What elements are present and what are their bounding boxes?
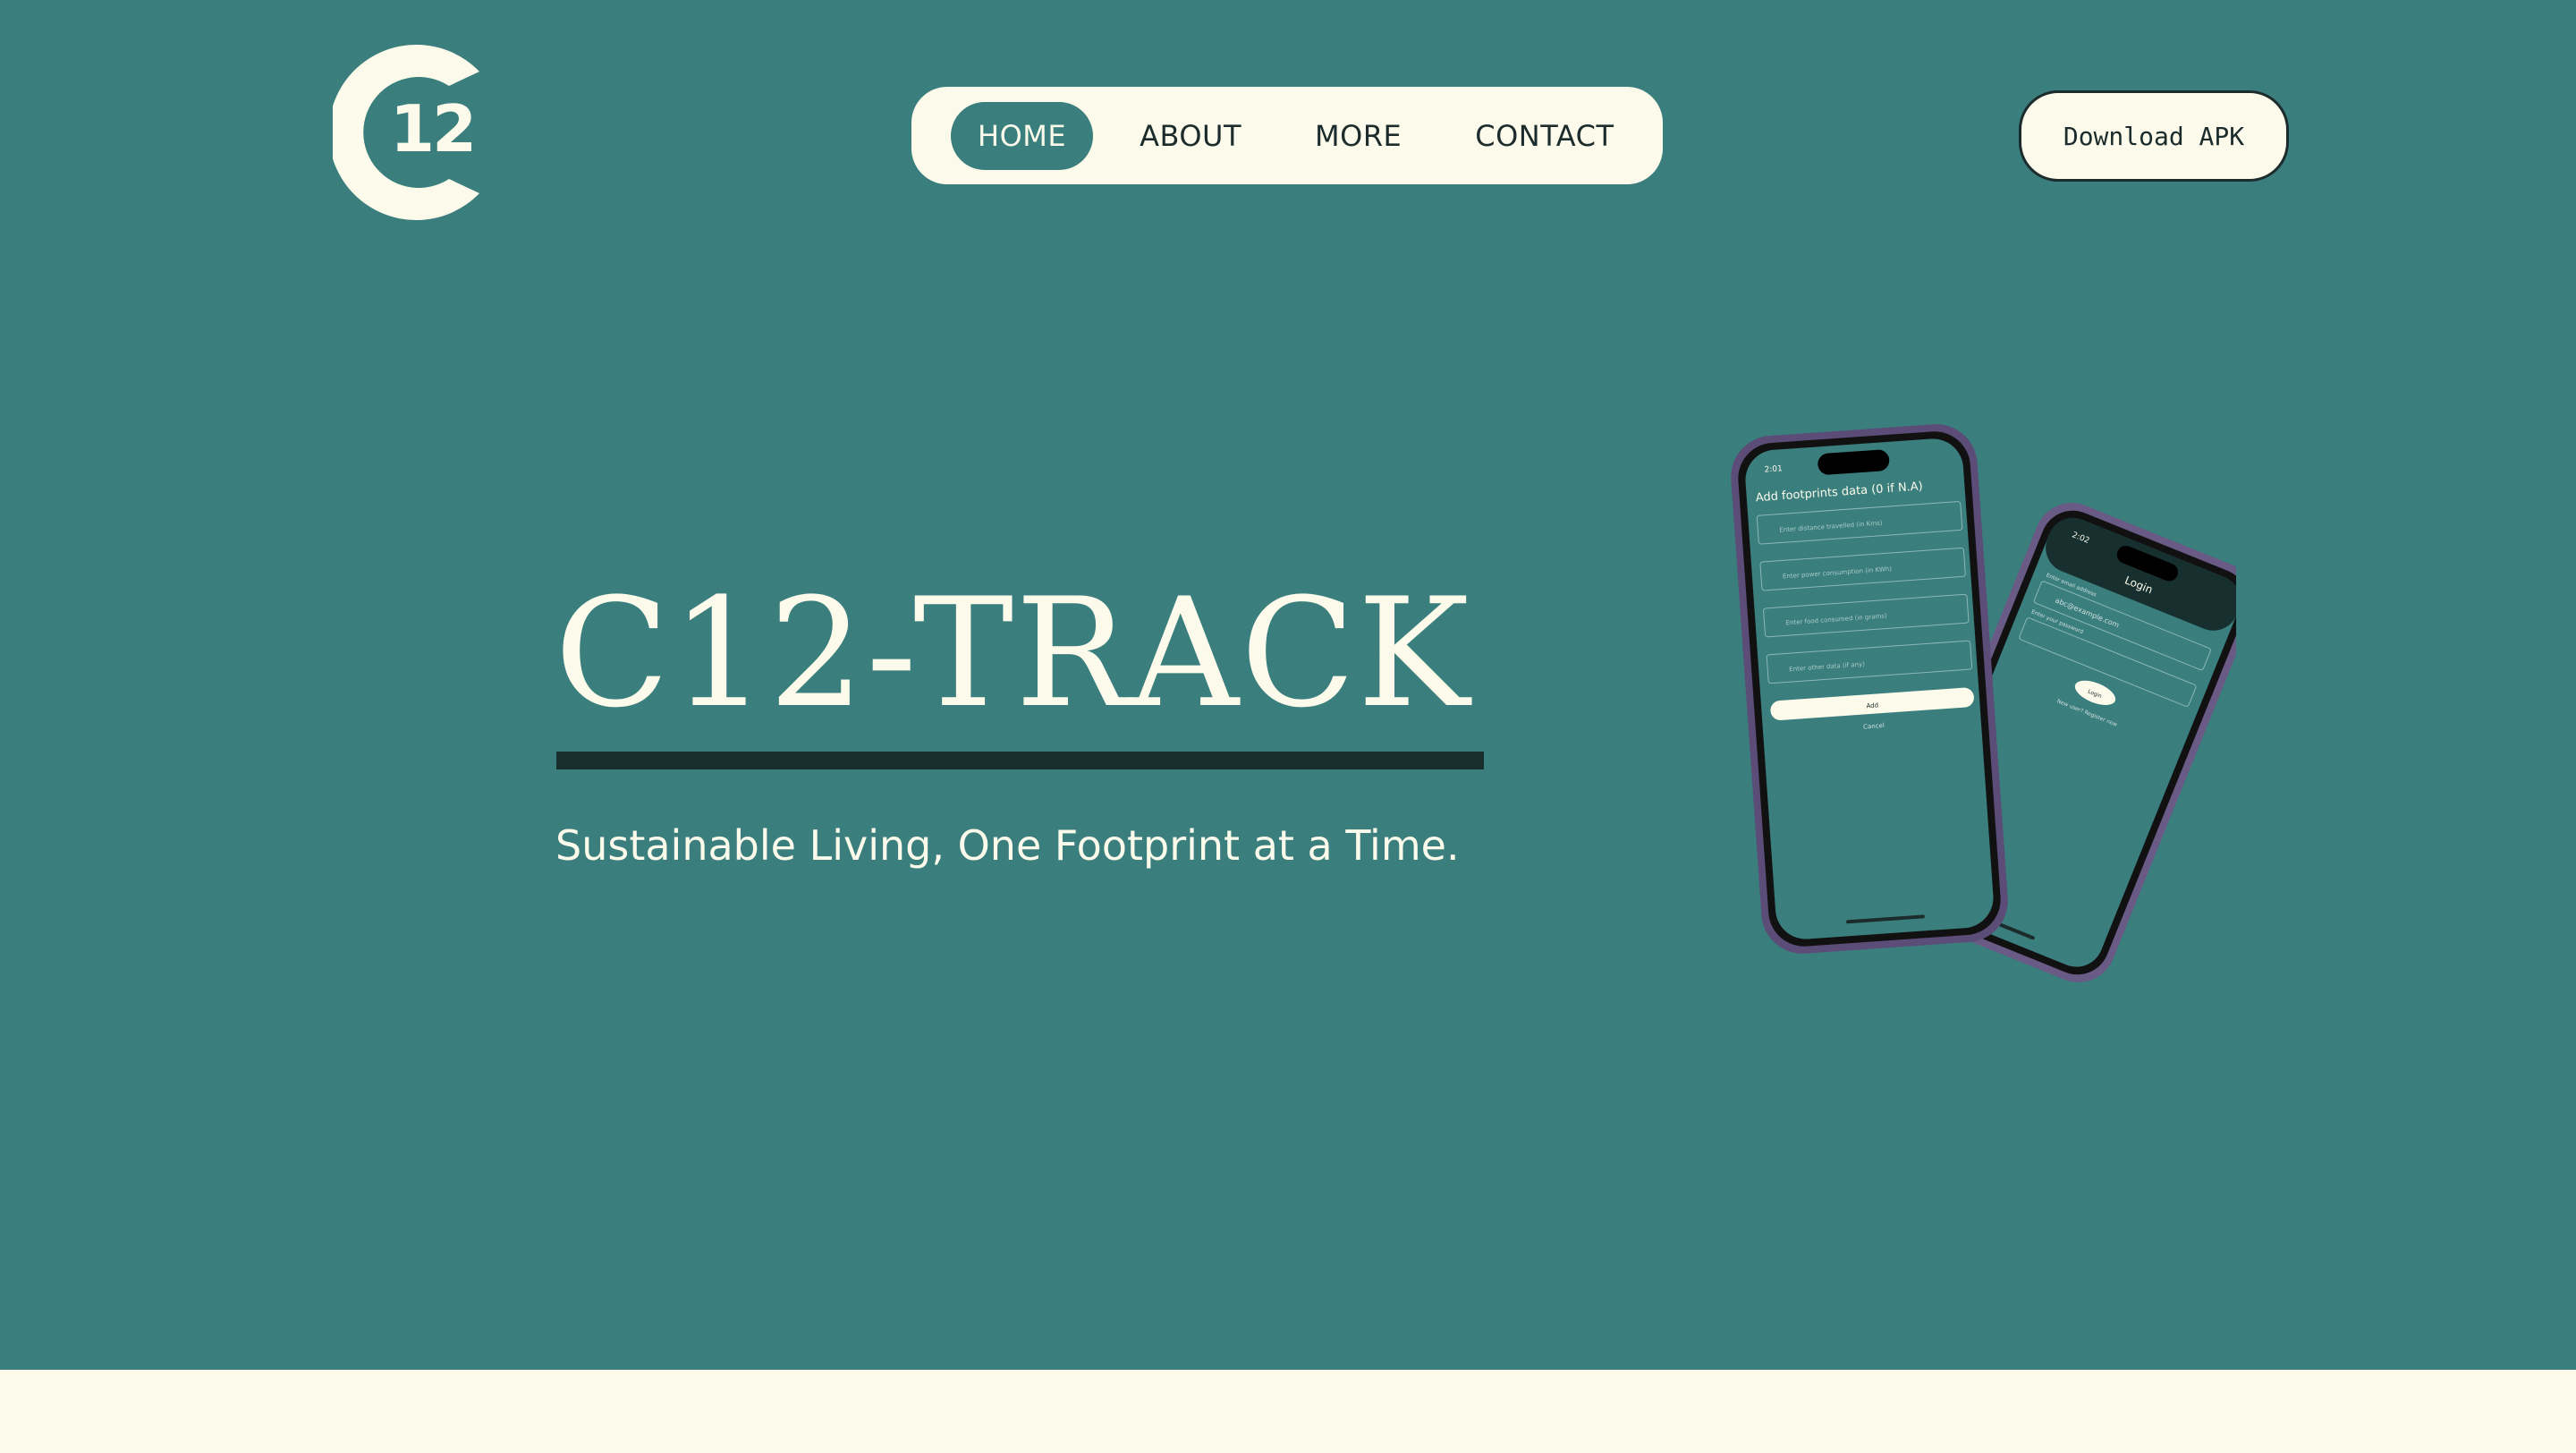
phone-front-cancel-button: Cancel — [1863, 722, 1885, 731]
nav-about[interactable]: ABOUT — [1113, 102, 1268, 170]
download-apk-button[interactable]: Download APK — [2019, 90, 2289, 182]
main-nav: HOME ABOUT MORE CONTACT — [911, 87, 1663, 184]
phone-front: 2:01 Add footprints data (0 if N.A) Ente… — [1731, 424, 2008, 954]
nav-more[interactable]: MORE — [1288, 102, 1428, 170]
phone-mockups: 2:02 Login Enter email address abc@examp… — [1610, 421, 2256, 1065]
hero-subtitle: Sustainable Living, One Footprint at a T… — [555, 821, 1460, 870]
phone-mockups-image: 2:02 Login Enter email address abc@examp… — [1731, 424, 2256, 982]
logo[interactable]: 12 — [328, 44, 485, 220]
phone-front-time: 2:01 — [1764, 464, 1783, 474]
nav-contact[interactable]: CONTACT — [1448, 102, 1640, 170]
footer-strip — [0, 1370, 2576, 1453]
logo-text: 12 — [390, 91, 477, 166]
nav-home[interactable]: HOME — [951, 101, 1094, 170]
phone-front-add-button: Add — [1866, 701, 1878, 710]
hero-title: C12-TRACK — [555, 565, 1472, 741]
title-underline — [556, 752, 1484, 769]
